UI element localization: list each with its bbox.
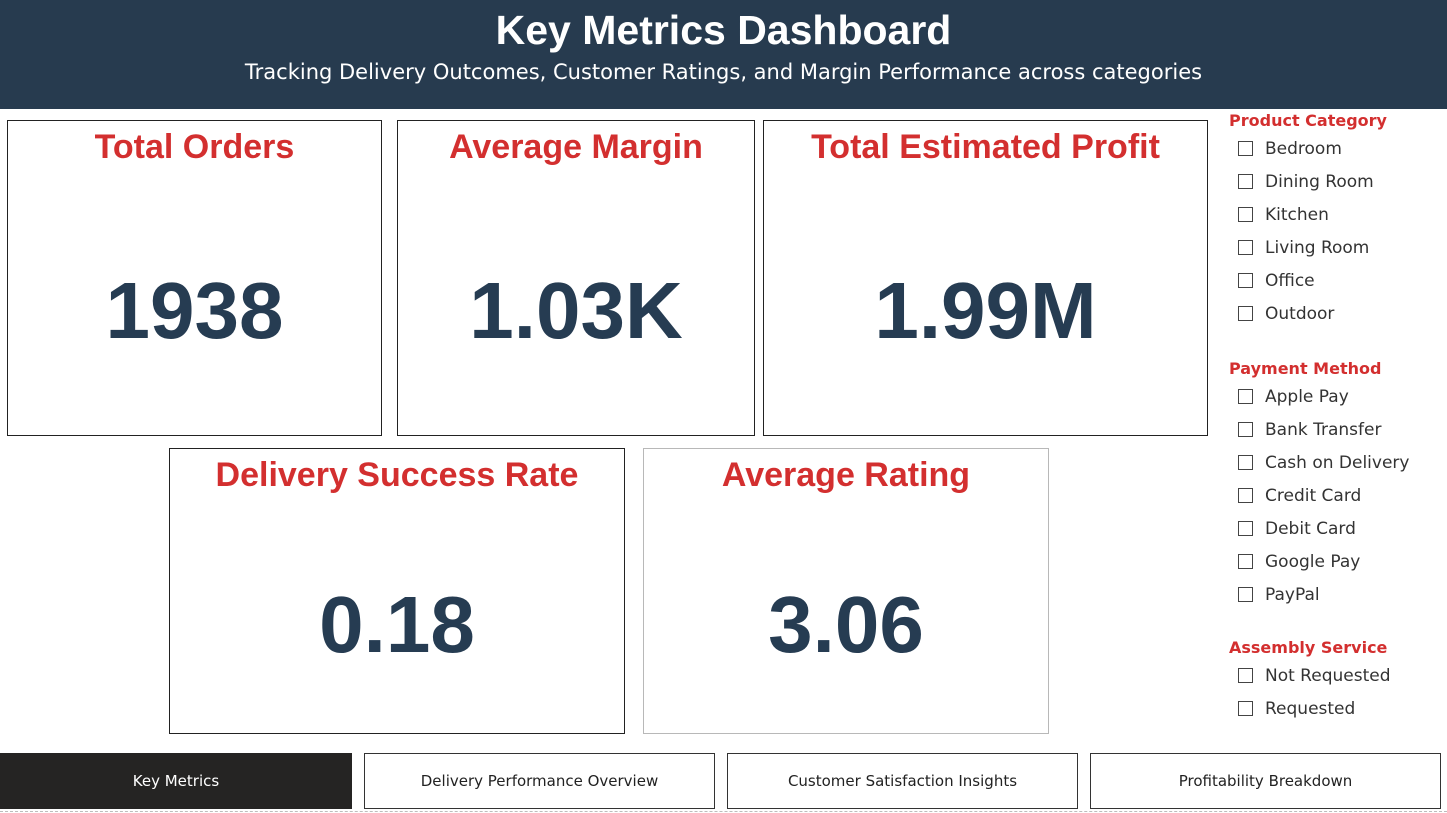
filter-option-cash-on-delivery[interactable]: Cash on Delivery	[1238, 446, 1439, 479]
checkbox[interactable]	[1238, 306, 1253, 321]
checkbox[interactable]	[1238, 554, 1253, 569]
slicer-title: Product Category	[1229, 111, 1387, 130]
kpi-card-average-rating: Average Rating 3.06	[643, 448, 1049, 734]
filter-option-not-requested[interactable]: Not Requested	[1238, 659, 1439, 692]
nav-tab-key-metrics[interactable]: Key Metrics	[0, 753, 352, 809]
checkbox[interactable]	[1238, 240, 1253, 255]
kpi-label: Total Orders	[94, 128, 295, 166]
checkbox[interactable]	[1238, 422, 1253, 437]
kpi-value: 1938	[105, 266, 284, 355]
filter-option-paypal[interactable]: PayPal	[1238, 578, 1439, 611]
checkbox[interactable]	[1238, 701, 1253, 716]
page-title: Key Metrics Dashboard	[495, 7, 952, 53]
filter-option-dining-room[interactable]: Dining Room	[1238, 165, 1439, 198]
kpi-label: Total Estimated Profit	[811, 128, 1160, 166]
filter-option-apple-pay[interactable]: Apple Pay	[1238, 380, 1439, 413]
kpi-card-total-orders: Total Orders 1938	[7, 120, 382, 436]
product-category-slicer: Product Category Bedroom Dining Room Kit…	[1229, 110, 1439, 330]
checkbox[interactable]	[1238, 587, 1253, 602]
checkbox[interactable]	[1238, 141, 1253, 156]
filter-option-office[interactable]: Office	[1238, 264, 1439, 297]
kpi-value: 1.03K	[469, 266, 683, 355]
kpi-value: 3.06	[768, 580, 924, 669]
filter-option-google-pay[interactable]: Google Pay	[1238, 545, 1439, 578]
nav-tab-profitability-breakdown[interactable]: Profitability Breakdown	[1090, 753, 1441, 809]
filter-option-kitchen[interactable]: Kitchen	[1238, 198, 1439, 231]
slicer-title: Payment Method	[1229, 359, 1382, 378]
filter-option-living-room[interactable]: Living Room	[1238, 231, 1439, 264]
nav-tab-delivery-performance[interactable]: Delivery Performance Overview	[364, 753, 715, 809]
kpi-value: 1.99M	[874, 266, 1097, 355]
filter-option-credit-card[interactable]: Credit Card	[1238, 479, 1439, 512]
filter-option-bedroom[interactable]: Bedroom	[1238, 132, 1439, 165]
checkbox[interactable]	[1238, 521, 1253, 536]
filter-option-debit-card[interactable]: Debit Card	[1238, 512, 1439, 545]
dashboard-header: Key Metrics Dashboard Tracking Delivery …	[0, 0, 1447, 109]
kpi-label: Delivery Success Rate	[215, 456, 579, 494]
nav-tab-customer-satisfaction[interactable]: Customer Satisfaction Insights	[727, 753, 1078, 809]
checkbox[interactable]	[1238, 668, 1253, 683]
assembly-service-slicer: Assembly Service Not Requested Requested	[1229, 637, 1439, 725]
checkbox[interactable]	[1238, 174, 1253, 189]
kpi-card-total-estimated-profit: Total Estimated Profit 1.99M	[763, 120, 1208, 436]
filter-option-outdoor[interactable]: Outdoor	[1238, 297, 1439, 330]
checkbox[interactable]	[1238, 207, 1253, 222]
kpi-label: Average Margin	[449, 128, 703, 166]
page-subtitle: Tracking Delivery Outcomes, Customer Rat…	[244, 60, 1203, 84]
payment-method-slicer: Payment Method Apple Pay Bank Transfer C…	[1229, 358, 1439, 611]
filter-option-bank-transfer[interactable]: Bank Transfer	[1238, 413, 1439, 446]
slicer-title: Assembly Service	[1229, 638, 1388, 657]
kpi-value: 0.18	[319, 580, 475, 669]
checkbox[interactable]	[1238, 455, 1253, 470]
checkbox[interactable]	[1238, 488, 1253, 503]
filter-option-requested[interactable]: Requested	[1238, 692, 1439, 725]
kpi-label: Average Rating	[721, 456, 971, 494]
checkbox[interactable]	[1238, 273, 1253, 288]
kpi-card-average-margin: Average Margin 1.03K	[397, 120, 755, 436]
checkbox[interactable]	[1238, 389, 1253, 404]
page-divider	[0, 811, 1447, 812]
kpi-card-delivery-success-rate: Delivery Success Rate 0.18	[169, 448, 625, 734]
